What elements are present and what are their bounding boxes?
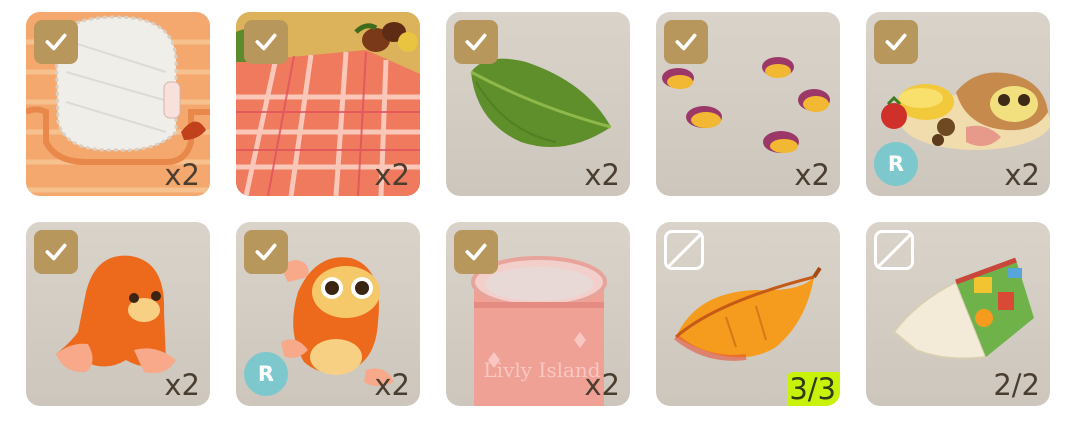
item-count: x2 — [584, 158, 620, 192]
item-count: 2/2 — [993, 368, 1040, 402]
item-tile-sweet-potato[interactable]: x2 — [656, 12, 840, 196]
collected-check-icon — [34, 230, 78, 274]
not-collected-box-icon — [874, 230, 914, 270]
item-tile-plaid-blanket[interactable]: x2 — [236, 12, 420, 196]
item-tile-livly-jar[interactable]: Livly Island x2 — [446, 222, 630, 406]
collected-check-icon — [664, 20, 708, 64]
collected-check-icon — [454, 230, 498, 274]
rare-badge: R — [874, 142, 918, 186]
collected-check-icon — [244, 20, 288, 64]
not-collected-box-icon — [664, 230, 704, 270]
item-tile-feast-plate[interactable]: R x2 — [866, 12, 1050, 196]
item-count: x2 — [794, 158, 830, 192]
rare-badge: R — [244, 352, 288, 396]
jar-label-text: Livly Island — [483, 358, 600, 382]
collected-check-icon — [874, 20, 918, 64]
collected-check-icon — [454, 20, 498, 64]
collected-check-icon — [244, 230, 288, 274]
item-tile-orange-squirrel[interactable]: R x2 — [236, 222, 420, 406]
item-count: x2 — [374, 368, 410, 402]
item-tile-green-leaf[interactable]: x2 — [446, 12, 630, 196]
item-count: x2 — [164, 368, 200, 402]
item-grid: x2 x2 x2 x2 R x2 x2 R x2 Livly Island x2… — [26, 12, 1050, 406]
item-tile-autumn-leaf[interactable]: 3/3 — [656, 222, 840, 406]
item-count: x2 — [374, 158, 410, 192]
item-tile-lace-rug[interactable]: x2 — [26, 12, 210, 196]
item-count: x2 — [164, 158, 200, 192]
item-count: 3/3 — [787, 372, 840, 406]
item-count: x2 — [1004, 158, 1040, 192]
collected-check-icon — [34, 20, 78, 64]
item-count: x2 — [584, 368, 620, 402]
item-tile-orange-blob[interactable]: x2 — [26, 222, 210, 406]
item-tile-picture-book[interactable]: 2/2 — [866, 222, 1050, 406]
